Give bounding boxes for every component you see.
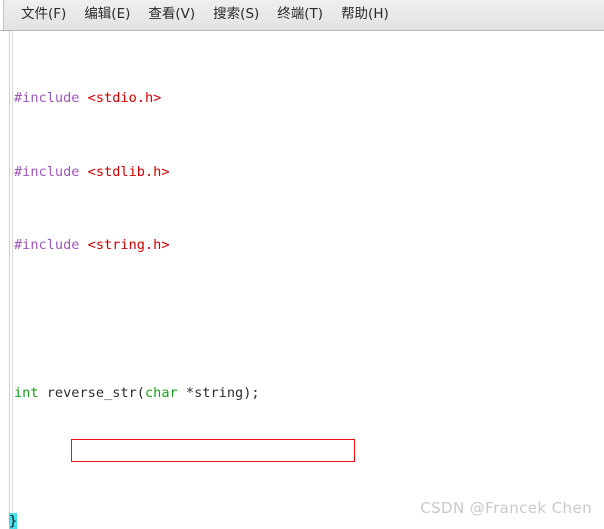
token-preprocessor: #include [14,90,80,107]
token-include-path: <stdio.h> [87,90,162,107]
menu-help[interactable]: 帮助(H) [333,6,397,25]
code-line-3: #include <string.h> [14,236,604,254]
menu-search[interactable]: 搜索(S) [205,6,267,25]
token-type: char [144,384,178,401]
token-type: int [14,384,39,401]
menu-terminal[interactable]: 终端(T) [269,6,331,25]
code-line-5: int reverse_str(char *string); [14,384,260,401]
token-include-path: <string.h> [87,237,170,254]
token-preprocessor: #include [14,237,80,254]
token-include-path: <stdlib.h> [87,163,170,180]
menu-bar: 文件(F) 编辑(E) 查看(V) 搜索(S) 终端(T) 帮助(H) [0,0,604,31]
code-line-1: #include <stdio.h> [14,89,604,107]
code-line-2: #include <stdlib.h> [14,163,604,181]
menu-file[interactable]: 文件(F) [13,6,74,25]
watermark-label: CSDN @Francek Chen [420,499,592,517]
code-editor-area[interactable]: #include <stdio.h> #include <stdlib.h> #… [0,31,604,529]
menu-edit[interactable]: 编辑(E) [76,6,138,25]
editor-left-gutter [0,31,13,529]
menu-view[interactable]: 查看(V) [140,6,203,25]
token-preprocessor: #include [14,163,80,180]
source-code[interactable]: #include <stdio.h> #include <stdlib.h> #… [14,34,604,529]
